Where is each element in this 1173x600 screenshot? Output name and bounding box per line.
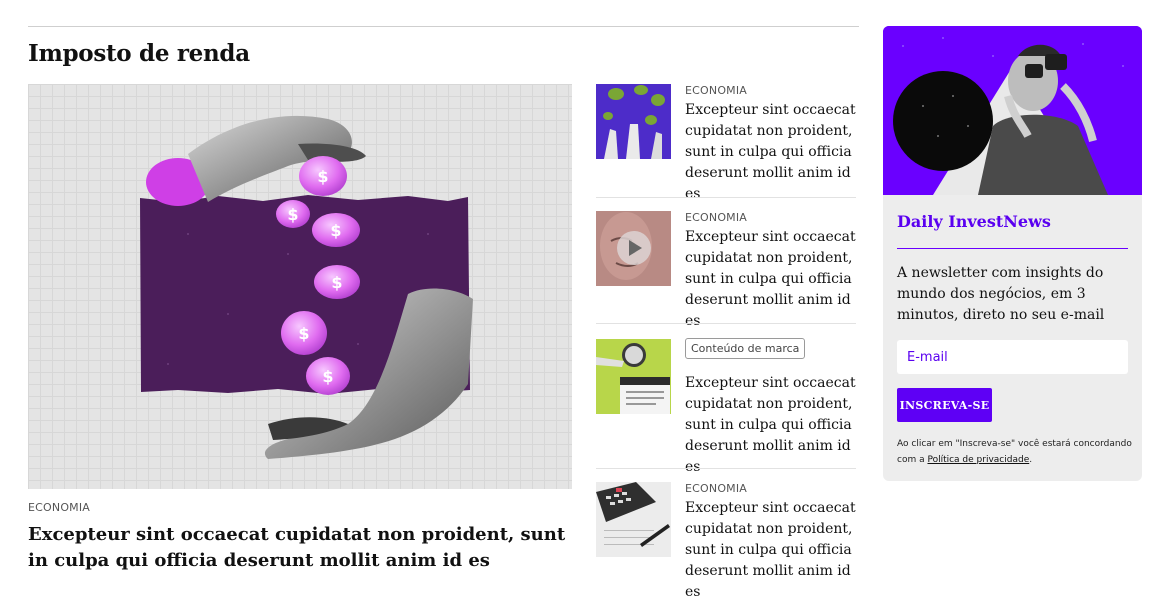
calculator-paperwork-thumbnail[interactable] (596, 482, 671, 557)
svg-text:$: $ (322, 367, 333, 386)
man-binoculars-illustration (883, 26, 1142, 195)
feature-headline[interactable]: Excepteur sint occaecat cupidatat non pr… (28, 522, 568, 574)
hands-coins-thumbnail[interactable] (596, 84, 671, 159)
list-divider (596, 197, 856, 198)
video-play-thumbnail[interactable] (596, 211, 671, 286)
newsletter-title: Daily InvestNews (897, 212, 1051, 231)
svg-text:$: $ (330, 221, 341, 240)
newsletter-divider (897, 248, 1128, 249)
list-item-kicker[interactable]: ECONOMIA (685, 84, 747, 97)
top-divider (28, 26, 859, 27)
list-item[interactable]: ECONOMIA Excepteur sint occaecat cupidat… (596, 482, 858, 600)
privacy-policy-link[interactable]: Política de privacidade (927, 455, 1029, 465)
newsletter-legal-text: Ao clicar em "Inscreva-se" você estará c… (897, 436, 1137, 468)
svg-text:$: $ (331, 273, 342, 292)
feature-kicker[interactable]: ECONOMIA (28, 501, 90, 514)
magnifier-document-thumbnail[interactable] (596, 339, 671, 414)
list-divider (596, 468, 856, 469)
brand-content-tag[interactable]: Conteúdo de marca (685, 338, 806, 359)
email-field[interactable] (897, 340, 1128, 374)
feature-image[interactable]: $ $ $ $ $ $ (28, 84, 572, 489)
list-item-title[interactable]: Excepteur sint occaecat cupidatat non pr… (685, 100, 863, 205)
svg-text:$: $ (298, 324, 309, 343)
list-item-title[interactable]: Excepteur sint occaecat cupidatat non pr… (685, 498, 863, 600)
list-item-kicker[interactable]: ECONOMIA (685, 211, 747, 224)
legal-suffix: . (1029, 455, 1033, 465)
svg-text:$: $ (317, 167, 328, 186)
list-divider (596, 323, 856, 324)
svg-text:$: $ (287, 205, 298, 224)
newsletter-card: Daily InvestNews A newsletter com insigh… (883, 26, 1142, 481)
section-title: Imposto de renda (28, 40, 250, 67)
hands-coins-illustration: $ $ $ $ $ $ (140, 115, 473, 459)
list-item-title[interactable]: Excepteur sint occaecat cupidatat non pr… (685, 373, 863, 478)
list-item-kicker[interactable]: ECONOMIA (685, 482, 747, 495)
list-item[interactable]: Conteúdo de marca Excepteur sint occaeca… (596, 338, 858, 475)
list-item-title[interactable]: Excepteur sint occaecat cupidatat non pr… (685, 227, 863, 332)
subscribe-button[interactable]: INSCREVA-SE (897, 388, 992, 422)
newsletter-description: A newsletter com insights do mundo dos n… (897, 265, 1105, 323)
list-item[interactable]: ECONOMIA Excepteur sint occaecat cupidat… (596, 211, 858, 329)
list-item[interactable]: ECONOMIA Excepteur sint occaecat cupidat… (596, 84, 858, 202)
